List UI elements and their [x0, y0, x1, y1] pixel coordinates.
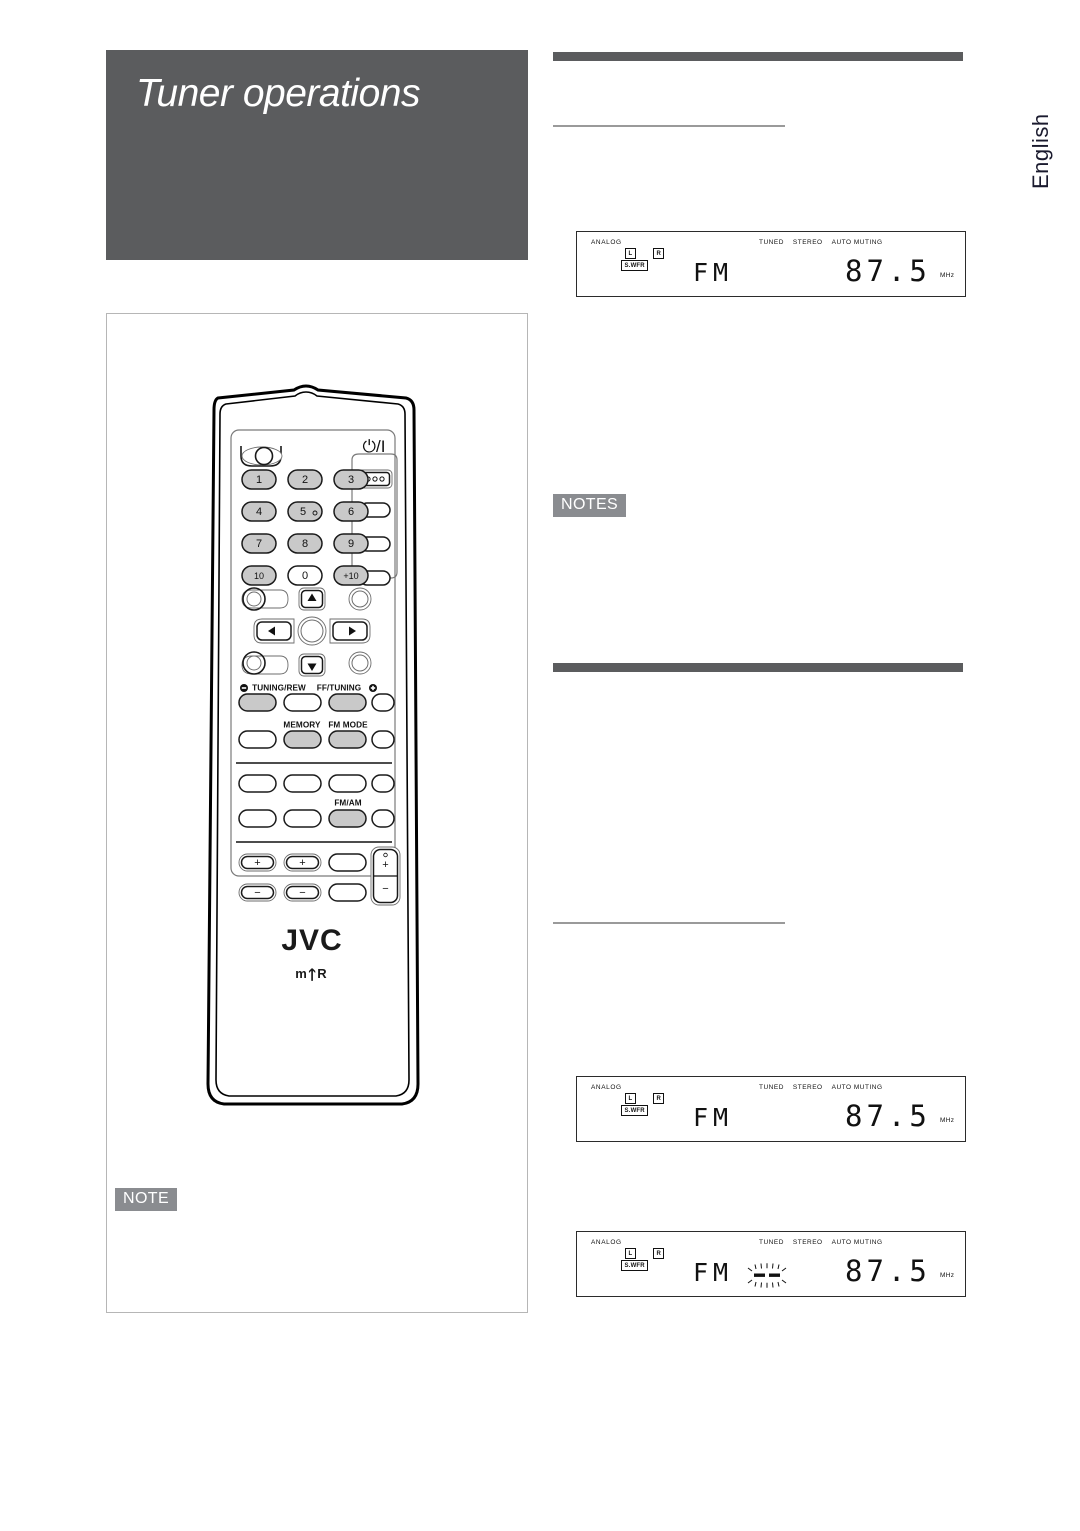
svg-text:+: +	[382, 859, 388, 871]
flag-auto-muting: AUTO MUTING	[831, 1084, 883, 1091]
flag-stereo: STEREO	[792, 1084, 823, 1091]
navigation-cluster	[241, 587, 372, 677]
tuning-rew-label: TUNING/REW	[252, 684, 306, 693]
flag-stereo: STEREO	[792, 239, 823, 246]
svg-text:4: 4	[256, 506, 262, 518]
sub-brand-logo: m𐍊R	[295, 966, 328, 981]
flag-auto-muting: AUTO MUTING	[831, 239, 883, 246]
subsection-rule-1	[553, 125, 785, 127]
subsection-rule-2	[553, 922, 785, 924]
analog-label: ANALOG	[591, 1239, 622, 1246]
svg-text:3: 3	[348, 474, 354, 486]
blinking-preset-indicator	[745, 1262, 795, 1288]
status-flags: TUNED STEREO AUTO MUTING	[759, 1239, 883, 1246]
svg-text:5: 5	[300, 506, 306, 518]
svg-text:+10: +10	[343, 571, 358, 581]
frequency-unit: MHz	[940, 1117, 955, 1124]
frequency-unit: MHz	[940, 1272, 955, 1279]
page-title-banner: Tuner operations	[106, 50, 528, 260]
frequency-readout: 87.5	[845, 254, 931, 288]
section-rule-middle	[553, 663, 963, 672]
svg-text:1: 1	[256, 474, 262, 486]
page-title: Tuner operations	[136, 72, 420, 115]
flag-tuned: TUNED	[759, 239, 784, 246]
language-tab: English	[1028, 113, 1053, 189]
notes-badge: NOTES	[553, 494, 627, 517]
fm-mode-label: FM MODE	[328, 721, 368, 730]
status-flags: TUNED STEREO AUTO MUTING	[759, 1084, 883, 1091]
flag-stereo: STEREO	[792, 1239, 823, 1246]
svg-text:+: +	[254, 857, 260, 869]
remote-control-illustration: .body-out { fill:#ffffff; stroke:#000; s…	[196, 384, 428, 1114]
memory-label: MEMORY	[283, 721, 321, 730]
brand-logo: JVC	[281, 924, 342, 957]
channel-left-indicator: L	[625, 1248, 636, 1259]
section-rule-top	[553, 52, 963, 61]
subwoofer-indicator: S.WFR	[621, 260, 649, 271]
band-readout: FM	[693, 1103, 734, 1132]
channel-right-indicator: R	[653, 248, 665, 259]
fm-am-label: FM/AM	[334, 799, 361, 808]
note-badge: NOTE	[115, 1188, 178, 1211]
channel-right-indicator: R	[653, 1248, 665, 1259]
channel-left-indicator: L	[625, 1093, 636, 1104]
svg-text:6: 6	[348, 506, 354, 518]
receiver-display-2: ANALOG L R S.WFR TUNED STEREO AUTO MUTING …	[576, 1076, 966, 1142]
band-readout: FM	[693, 258, 734, 287]
svg-text:8: 8	[302, 538, 308, 550]
svg-text:−: −	[382, 883, 388, 895]
frequency-unit: MHz	[940, 272, 955, 279]
svg-text:0: 0	[302, 570, 308, 582]
subwoofer-indicator: S.WFR	[621, 1105, 649, 1116]
status-flags: TUNED STEREO AUTO MUTING	[759, 239, 883, 246]
svg-text:9: 9	[348, 538, 354, 550]
frequency-readout: 87.5	[845, 1254, 931, 1288]
volume-rocker: + −	[370, 846, 401, 906]
power-symbol: ⏻/I	[363, 437, 386, 456]
receiver-display-1: ANALOG L R S.WFR TUNED STEREO AUTO MUTING …	[576, 231, 966, 297]
analog-label: ANALOG	[591, 239, 622, 246]
subwoofer-indicator: S.WFR	[621, 1260, 649, 1271]
band-readout: FM	[693, 1258, 734, 1287]
svg-text:+: +	[299, 857, 305, 869]
ff-tuning-label: FF/TUNING	[317, 684, 362, 693]
channel-left-indicator: L	[625, 248, 636, 259]
frequency-readout: 87.5	[845, 1099, 931, 1133]
flag-tuned: TUNED	[759, 1239, 784, 1246]
flag-auto-muting: AUTO MUTING	[831, 1239, 883, 1246]
analog-label: ANALOG	[591, 1084, 622, 1091]
svg-text:−: −	[299, 887, 305, 899]
flag-tuned: TUNED	[759, 1084, 784, 1091]
receiver-display-3: ANALOG L R S.WFR TUNED STEREO AUTO MUTING …	[576, 1231, 966, 1297]
channel-right-indicator: R	[653, 1093, 665, 1104]
svg-text:2: 2	[302, 474, 308, 486]
svg-text:7: 7	[256, 538, 262, 550]
svg-text:−: −	[254, 887, 260, 899]
svg-text:10: 10	[254, 571, 264, 581]
